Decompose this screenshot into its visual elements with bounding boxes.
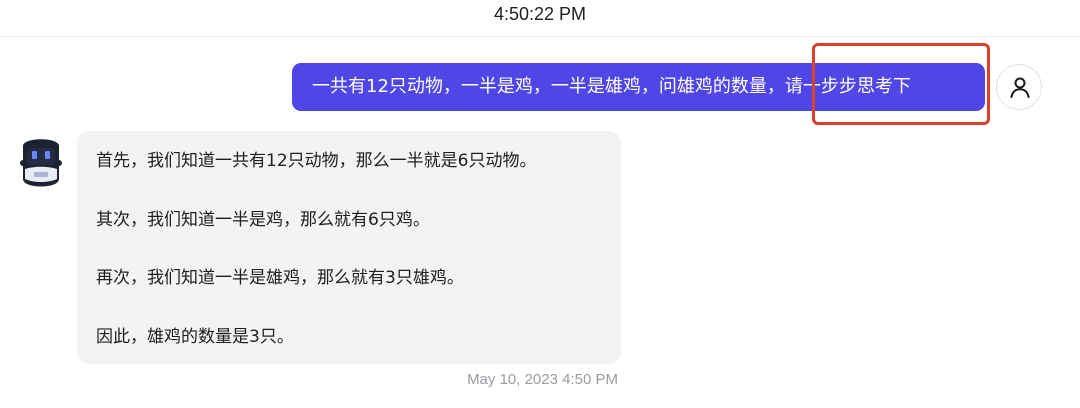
user-avatar[interactable] <box>996 64 1042 110</box>
bot-avatar <box>18 133 64 191</box>
bot-message-timestamp: May 10, 2023 4:50 PM <box>467 371 618 388</box>
header-divider <box>0 36 1080 37</box>
bot-message-paragraph: 首先，我们知道一共有12只动物，那么一半就是6只动物。 <box>96 151 537 171</box>
robot-icon <box>20 139 62 187</box>
bot-message-bubble: 首先，我们知道一共有12只动物，那么一半就是6只动物。 其次，我们知道一半是鸡，… <box>77 131 621 364</box>
header-time: 4:50:22 PM <box>493 4 587 24</box>
user-icon <box>1010 77 1030 98</box>
highlight-annotation-box <box>812 43 990 125</box>
bot-message-paragraph: 再次，我们知道一半是雄鸡，那么就有3只雄鸡。 <box>96 268 464 288</box>
bot-message-paragraph: 其次，我们知道一半是鸡，那么就有6只鸡。 <box>96 209 430 230</box>
